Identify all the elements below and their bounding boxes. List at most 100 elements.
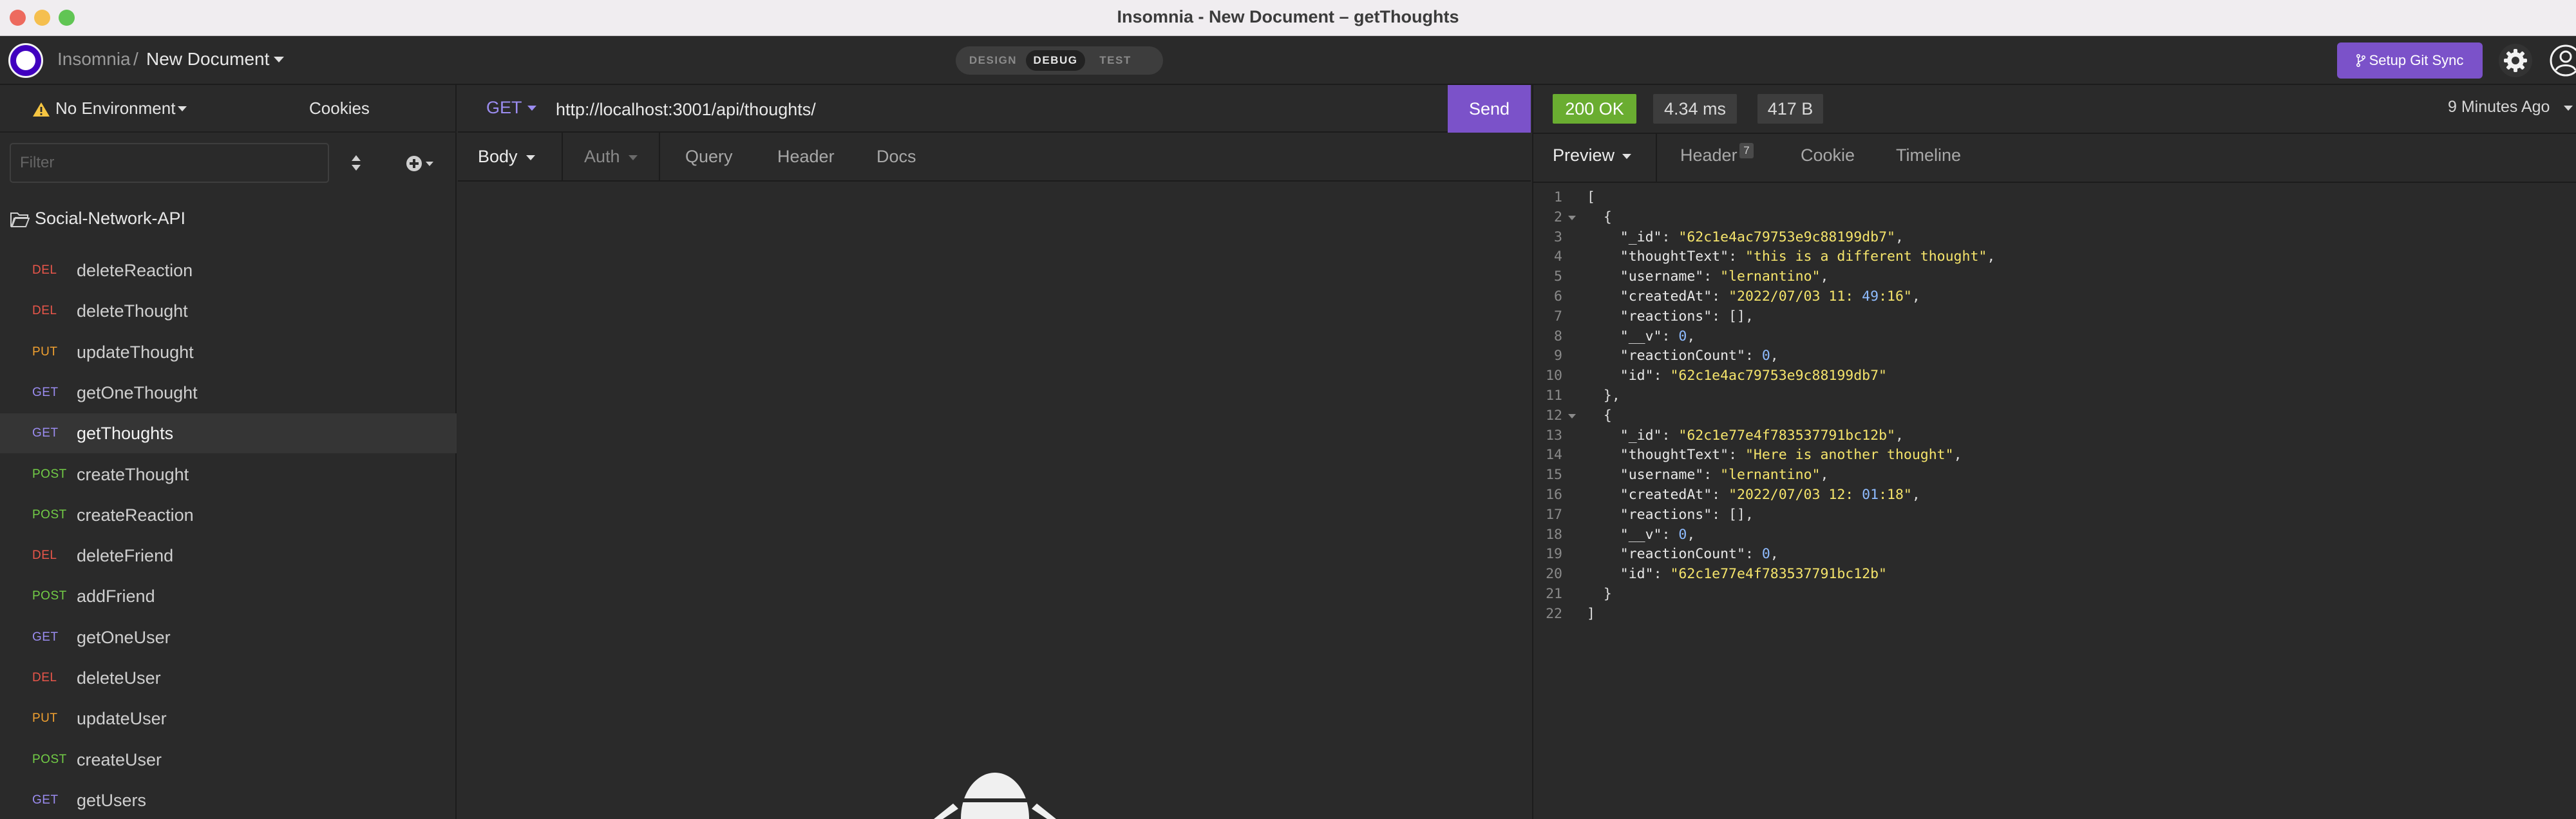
line-number: 5 — [1554, 268, 1562, 285]
code-text: "username": "lernantino", — [1620, 467, 1829, 484]
code-line: 20 "id": "62c1e77e4f783537791bc12b" — [1533, 566, 2576, 586]
send-button[interactable]: Send — [1448, 85, 1531, 133]
request-method-badge: PUT — [32, 344, 58, 359]
line-number: 16 — [1546, 487, 1562, 503]
git-sync-button[interactable]: Setup Git Sync — [2337, 42, 2483, 79]
request-method-badge: DEL — [32, 304, 57, 318]
request-item[interactable]: POST createThought — [0, 455, 457, 494]
request-name: createUser — [77, 749, 162, 769]
code-line: 12 { — [1533, 408, 2576, 428]
window-title: Insomnia - New Document – getThoughts — [1117, 7, 1459, 26]
response-time-badge: 4.34 ms — [1653, 94, 1737, 124]
line-number: 14 — [1546, 447, 1562, 464]
request-item[interactable]: DEL deleteReaction — [0, 250, 457, 290]
request-method-badge: POST — [32, 507, 67, 522]
code-line: 13 "_id": "62c1e77e4f783537791bc12b", — [1533, 428, 2576, 447]
divider — [1656, 134, 1657, 182]
divider — [562, 133, 563, 180]
line-number: 8 — [1554, 328, 1562, 344]
request-item[interactable]: DEL deleteUser — [0, 658, 457, 698]
chevron-down-icon[interactable] — [526, 155, 535, 160]
request-item[interactable]: GET getThoughts — [0, 413, 457, 454]
tab-timeline[interactable]: Timeline — [1896, 146, 1961, 165]
breadcrumb-document[interactable]: New Document — [146, 49, 269, 70]
mode-test-tab[interactable]: TEST — [1089, 50, 1142, 71]
code-line: 19 "reactionCount": 0, — [1533, 546, 2576, 566]
code-line: 22] — [1533, 606, 2576, 626]
tab-response-header[interactable]: Header — [1680, 146, 1738, 165]
request-item[interactable]: DEL deleteFriend — [0, 536, 457, 576]
request-method-badge: PUT — [32, 711, 58, 726]
fold-toggle-icon[interactable] — [1568, 215, 1576, 220]
code-line: 1[ — [1533, 189, 2576, 209]
breadcrumb-app[interactable]: Insomnia — [57, 49, 131, 70]
tab-header[interactable]: Header — [777, 147, 835, 167]
request-name: getOneUser — [77, 627, 171, 647]
code-line: 15 "username": "lernantino", — [1533, 467, 2576, 487]
code-line: 14 "thoughtText": "Here is another thoug… — [1533, 447, 2576, 467]
response-history-selector[interactable]: 9 Minutes Ago — [2448, 98, 2550, 117]
chevron-down-icon[interactable] — [2564, 106, 2573, 111]
filter-input[interactable] — [10, 143, 329, 183]
line-number: 7 — [1554, 308, 1562, 325]
line-number: 19 — [1546, 546, 1562, 563]
request-method-badge: GET — [32, 385, 59, 399]
folder-open-icon — [10, 212, 30, 227]
folder-label: Social-Network-API — [35, 209, 186, 228]
method-selector[interactable]: GET — [486, 98, 522, 118]
chevron-down-icon[interactable] — [274, 57, 284, 62]
mode-debug-tab[interactable]: DEBUG — [1026, 50, 1085, 71]
request-name: getThoughts — [77, 424, 174, 444]
tab-auth[interactable]: Auth — [584, 147, 620, 167]
code-line: 8 "__v": 0, — [1533, 328, 2576, 348]
request-name: deleteReaction — [77, 261, 193, 280]
request-method-badge: GET — [32, 630, 59, 644]
line-number: 6 — [1554, 288, 1562, 305]
request-item[interactable]: POST addFriend — [0, 576, 457, 616]
chevron-down-icon[interactable] — [1622, 154, 1631, 159]
cookies-button[interactable]: Cookies — [309, 99, 370, 118]
line-number: 15 — [1546, 467, 1562, 484]
line-number: 17 — [1546, 506, 1562, 523]
request-item[interactable]: POST createUser — [0, 740, 457, 780]
request-item[interactable]: POST createReaction — [0, 495, 457, 535]
tab-docs[interactable]: Docs — [876, 147, 916, 167]
sort-icon[interactable] — [349, 153, 363, 173]
gear-icon[interactable] — [2499, 44, 2532, 77]
insomnia-logo-icon[interactable] — [8, 43, 43, 78]
request-name: getOneThought — [77, 382, 198, 402]
warning-icon — [33, 102, 50, 117]
code-line: 4 "thoughtText": "this is a different th… — [1533, 249, 2576, 268]
chevron-down-icon[interactable] — [629, 155, 638, 160]
tab-cookie[interactable]: Cookie — [1801, 146, 1855, 165]
request-name: createReaction — [77, 505, 194, 525]
request-item[interactable]: GET getOneUser — [0, 617, 457, 657]
request-method-badge: DEL — [32, 671, 57, 684]
code-text: "reactionCount": 0, — [1620, 348, 1779, 364]
app-header: Insomnia / New Document DESIGN DEBUG TES… — [0, 36, 2576, 85]
request-item[interactable]: DEL deleteThought — [0, 291, 457, 331]
request-item[interactable]: PUT updateThought — [0, 332, 457, 372]
request-tabs: Body Auth Query Header Docs — [458, 133, 1531, 182]
chevron-down-icon[interactable] — [527, 106, 536, 111]
request-item[interactable]: GET getUsers — [0, 780, 457, 819]
user-icon[interactable] — [2549, 44, 2576, 77]
response-size-badge: 417 B — [1757, 94, 1823, 124]
code-text: { — [1587, 407, 1612, 424]
code-line: 11 }, — [1533, 388, 2576, 408]
tab-body[interactable]: Body — [478, 147, 518, 167]
request-method-badge: POST — [32, 752, 67, 766]
fold-toggle-icon[interactable] — [1568, 413, 1576, 419]
code-text: "thoughtText": "this is a different thou… — [1620, 249, 1996, 265]
code-line: 6 "createdAt": "2022/07/03 11: 49:16", — [1533, 288, 2576, 308]
tab-preview[interactable]: Preview — [1553, 146, 1615, 165]
request-item[interactable]: GET getOneThought — [0, 373, 457, 413]
mode-design-tab[interactable]: DESIGN — [961, 50, 1025, 71]
add-circle-icon[interactable] — [404, 154, 437, 173]
tab-query[interactable]: Query — [685, 147, 733, 167]
url-input[interactable] — [556, 97, 1444, 122]
line-number: 21 — [1546, 586, 1562, 602]
request-method-badge: GET — [32, 426, 59, 440]
request-item[interactable]: PUT updateUser — [0, 699, 457, 739]
line-number: 1 — [1554, 189, 1562, 205]
